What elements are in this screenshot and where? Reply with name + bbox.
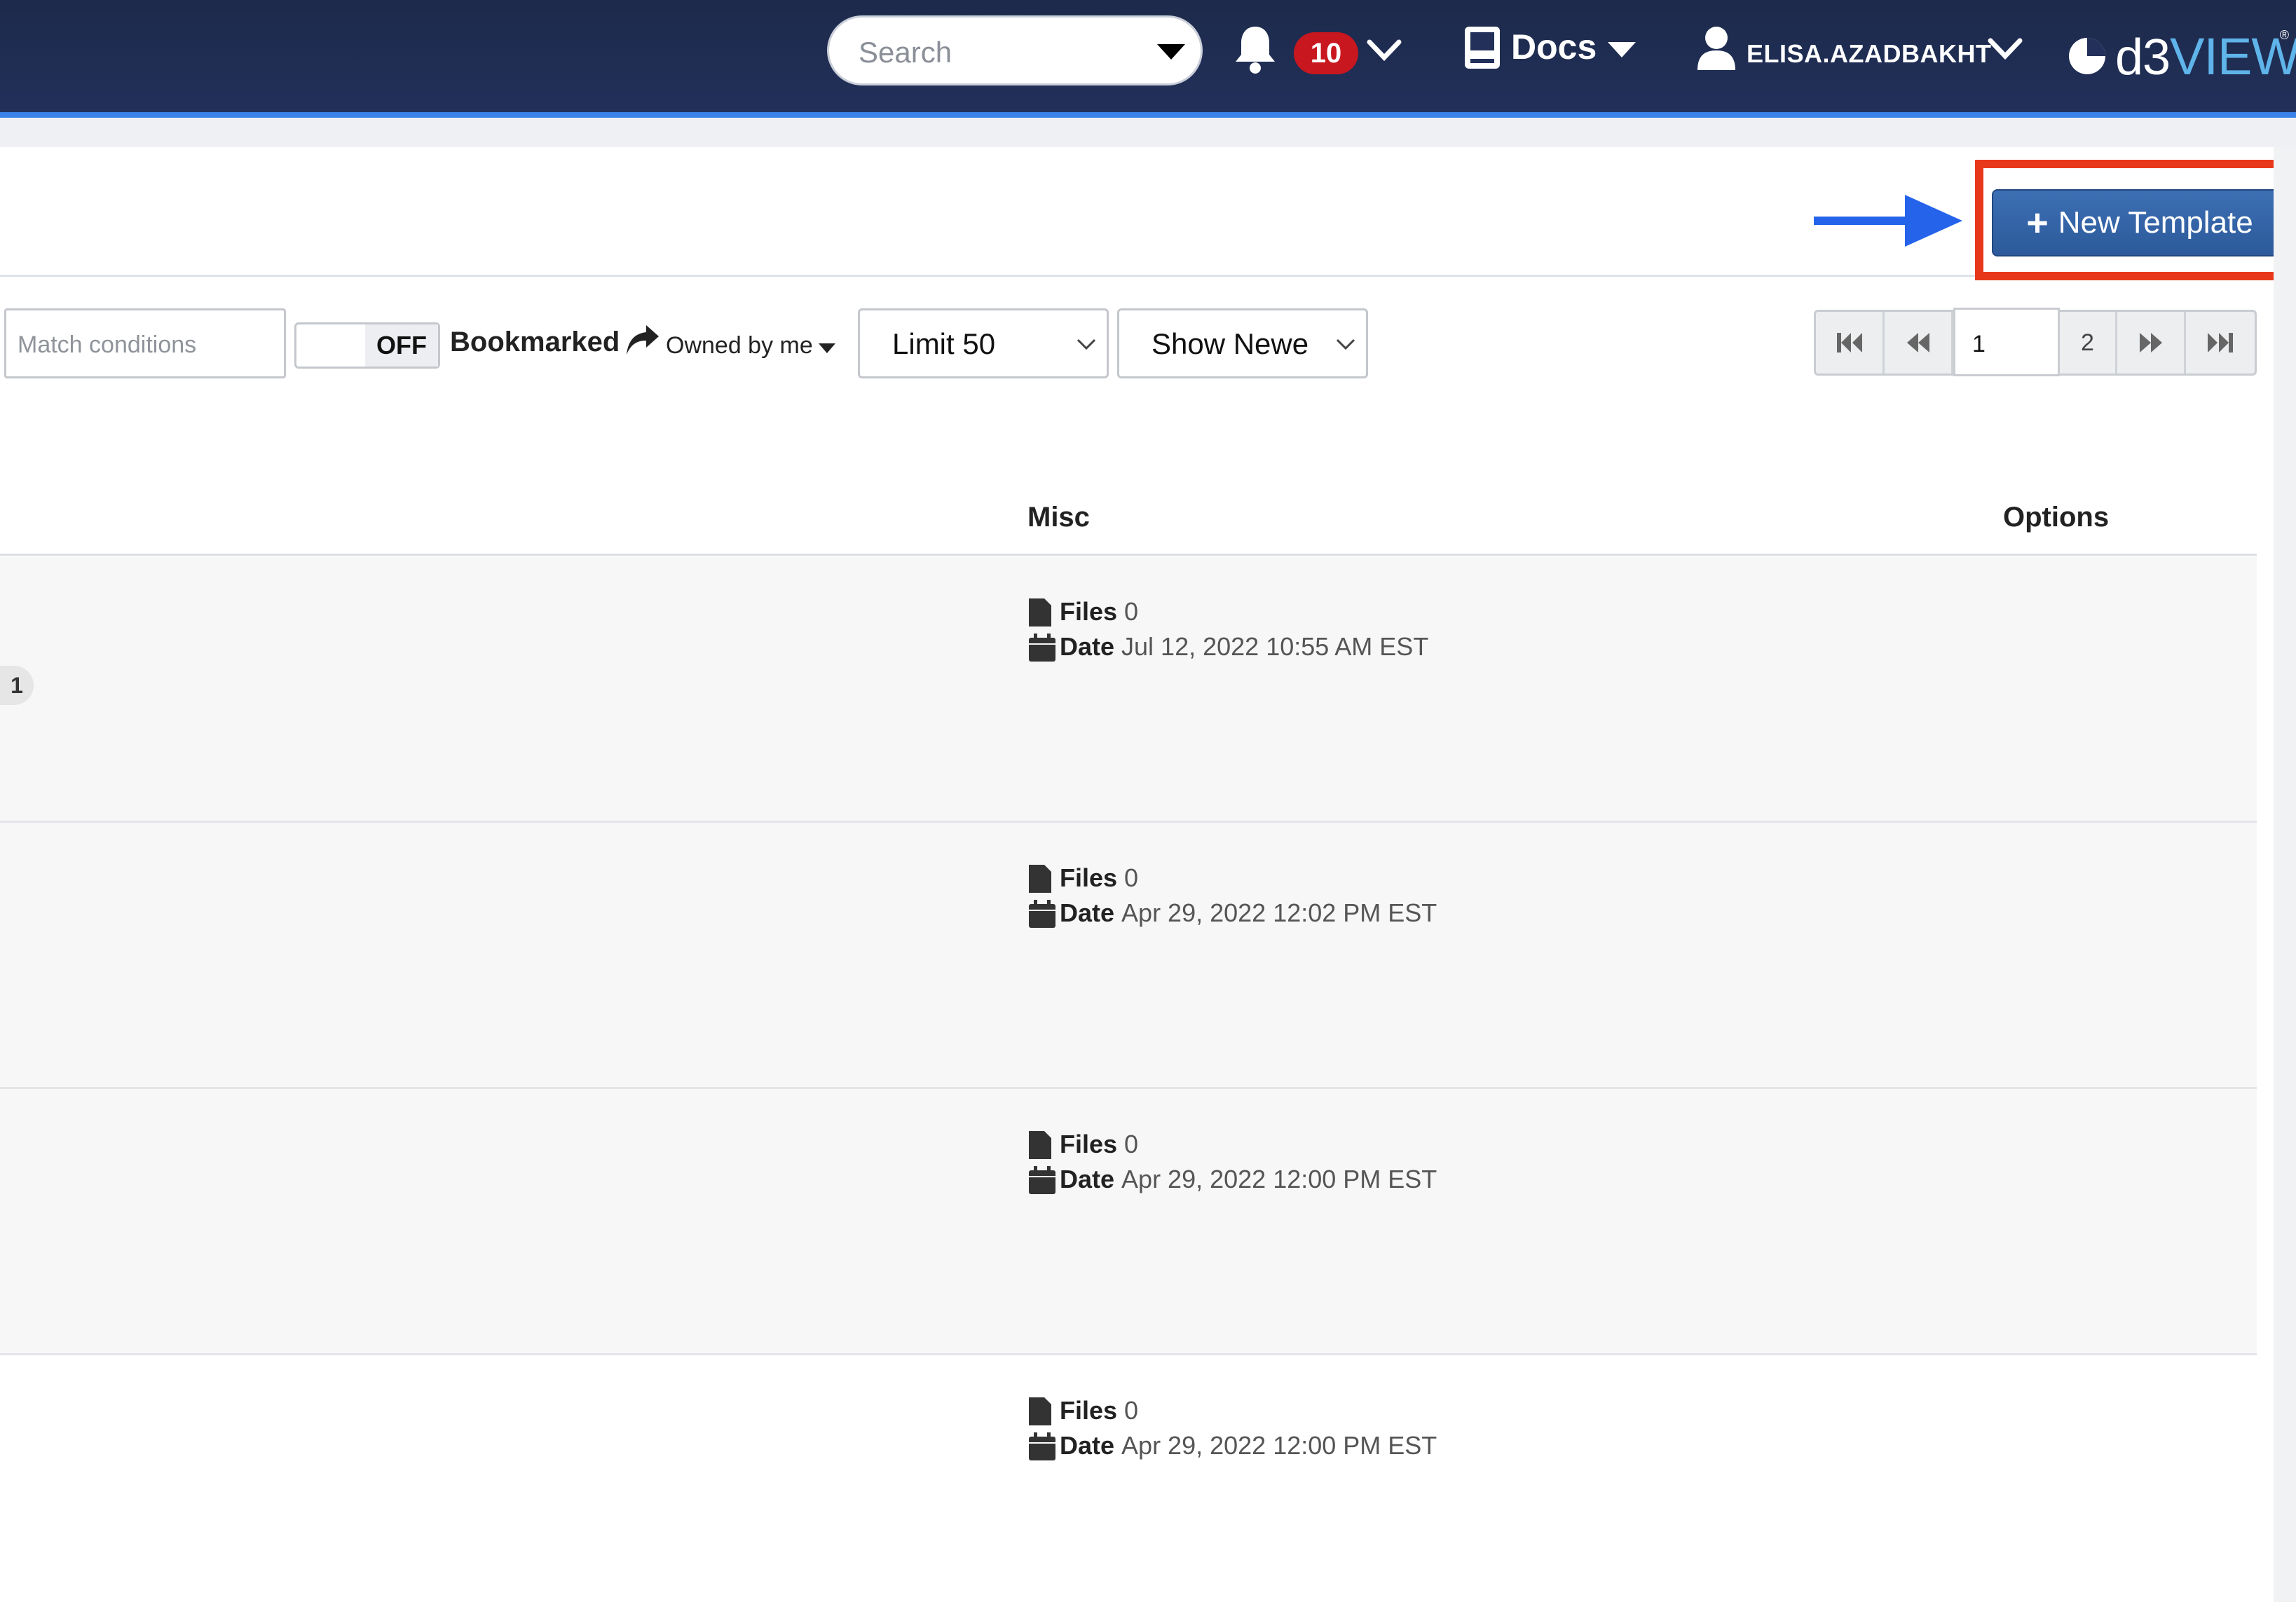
- pie-logo-icon: [2069, 38, 2105, 74]
- misc-cell: Files 0 Date Jul 12, 2022 10:55 AM EST: [1029, 594, 1428, 664]
- bookmarked-toggle[interactable]: OFF: [294, 322, 440, 369]
- plus-icon: +: [2026, 202, 2049, 244]
- date-value: Jul 12, 2022 10:55 AM EST: [1121, 632, 1429, 661]
- prev-page-icon: [1906, 333, 1929, 352]
- sort-value: Show Newe: [1152, 327, 1309, 360]
- misc-cell: Files 0 Date Apr 29, 2022 12:00 PM EST: [1029, 1127, 1437, 1197]
- limit-select[interactable]: Limit 50: [858, 308, 1109, 378]
- toggle-state: OFF: [365, 324, 438, 367]
- files-label: Files: [1060, 597, 1118, 626]
- bell-icon[interactable]: [1232, 24, 1278, 74]
- limit-value: Limit 50: [892, 327, 996, 360]
- files-label: Files: [1060, 1396, 1118, 1425]
- table-row[interactable]: 1 Files 0 Date Jul 12, 2022 10:55 AM EST: [0, 556, 2257, 823]
- files-label: Files: [1060, 863, 1118, 892]
- chevron-down-icon: [1077, 338, 1096, 350]
- docs-caret-icon[interactable]: [1608, 42, 1636, 57]
- column-header-misc[interactable]: Misc: [1027, 502, 1090, 533]
- file-icon: [1029, 1397, 1051, 1425]
- files-count: 0: [1124, 863, 1139, 892]
- next-page-icon: [2139, 333, 2162, 352]
- logo-registered-mark: ®: [2279, 28, 2289, 42]
- table-header-divider: [0, 554, 2257, 556]
- table-row[interactable]: Files 0 Date Apr 29, 2022 12:02 PM EST: [0, 823, 2257, 1089]
- files-count: 0: [1124, 1130, 1139, 1158]
- date-label: Date: [1060, 632, 1115, 661]
- table-row[interactable]: Files 0 Date Apr 29, 2022 12:00 PM EST: [0, 1355, 2257, 1602]
- file-icon: [1029, 598, 1051, 627]
- new-template-button[interactable]: + New Template: [1992, 189, 2288, 256]
- misc-cell: Files 0 Date Apr 29, 2022 12:00 PM EST: [1029, 1393, 1437, 1463]
- user-chevron-down-icon[interactable]: [1988, 36, 2023, 62]
- pagination: 1 2: [1814, 308, 2257, 376]
- search-dropdown-caret-icon[interactable]: [1157, 44, 1185, 60]
- notification-count-badge[interactable]: 10: [1294, 32, 1358, 74]
- date-value: Apr 29, 2022 12:02 PM EST: [1121, 898, 1437, 927]
- share-icon[interactable]: [625, 324, 660, 356]
- prev-page-button[interactable]: [1885, 312, 1953, 374]
- user-icon[interactable]: [1696, 25, 1737, 70]
- file-icon: [1029, 1131, 1051, 1159]
- logo-suffix: VIEW: [2170, 27, 2296, 85]
- date-label: Date: [1060, 1165, 1115, 1193]
- first-page-button[interactable]: [1816, 312, 1885, 374]
- date-value: Apr 29, 2022 12:00 PM EST: [1121, 1431, 1437, 1460]
- match-conditions-field[interactable]: [4, 308, 286, 378]
- files-count: 0: [1124, 597, 1139, 626]
- user-menu[interactable]: ELISA.AZADBAKHT: [1747, 39, 1991, 69]
- d3view-logo[interactable]: d3VIEW ®: [2066, 25, 2296, 88]
- notifications-chevron-down-icon[interactable]: [1367, 38, 1402, 63]
- owned-caret-icon[interactable]: [819, 343, 835, 353]
- current-page-input[interactable]: 1: [1953, 308, 2060, 376]
- chevron-down-icon: [1336, 338, 1355, 350]
- first-page-icon: [1836, 333, 1862, 352]
- docs-menu[interactable]: Docs: [1511, 27, 1597, 67]
- misc-cell: Files 0 Date Apr 29, 2022 12:02 PM EST: [1029, 861, 1437, 931]
- table-row[interactable]: Files 0 Date Apr 29, 2022 12:00 PM EST: [0, 1089, 2257, 1355]
- sub-header-band: [0, 118, 2296, 147]
- file-icon: [1029, 865, 1051, 893]
- last-page-icon: [2208, 333, 2233, 352]
- date-label: Date: [1060, 1431, 1115, 1460]
- calendar-icon: [1029, 900, 1055, 928]
- global-search[interactable]: [827, 15, 1203, 85]
- sort-select[interactable]: Show Newe: [1117, 308, 1368, 378]
- row-count-badge: 1: [0, 666, 34, 705]
- match-conditions-input[interactable]: [16, 326, 278, 364]
- calendar-icon: [1029, 634, 1055, 662]
- annotation-arrow-icon: [1814, 195, 1962, 247]
- logo-prefix: d3: [2115, 29, 2171, 85]
- new-template-label: New Template: [2058, 205, 2253, 240]
- calendar-icon: [1029, 1432, 1055, 1460]
- search-input[interactable]: [857, 32, 1140, 74]
- last-page-button[interactable]: [2186, 312, 2255, 374]
- top-navigation-bar: 10 Docs ELISA.AZADBAKHT d3VIEW ®: [0, 0, 2296, 118]
- bookmarked-label: Bookmarked: [450, 327, 620, 357]
- files-count: 0: [1124, 1396, 1139, 1425]
- files-label: Files: [1060, 1130, 1118, 1158]
- calendar-icon: [1029, 1166, 1055, 1194]
- next-page-button[interactable]: [2117, 312, 2186, 374]
- column-header-options[interactable]: Options: [2003, 502, 2109, 533]
- date-value: Apr 29, 2022 12:00 PM EST: [1121, 1165, 1437, 1193]
- vertical-scrollbar[interactable]: [2274, 147, 2296, 1602]
- page-2-button[interactable]: 2: [2060, 312, 2117, 374]
- owned-by-me-filter[interactable]: Owned by me: [666, 332, 813, 360]
- date-label: Date: [1060, 898, 1115, 927]
- book-icon[interactable]: [1463, 25, 1501, 70]
